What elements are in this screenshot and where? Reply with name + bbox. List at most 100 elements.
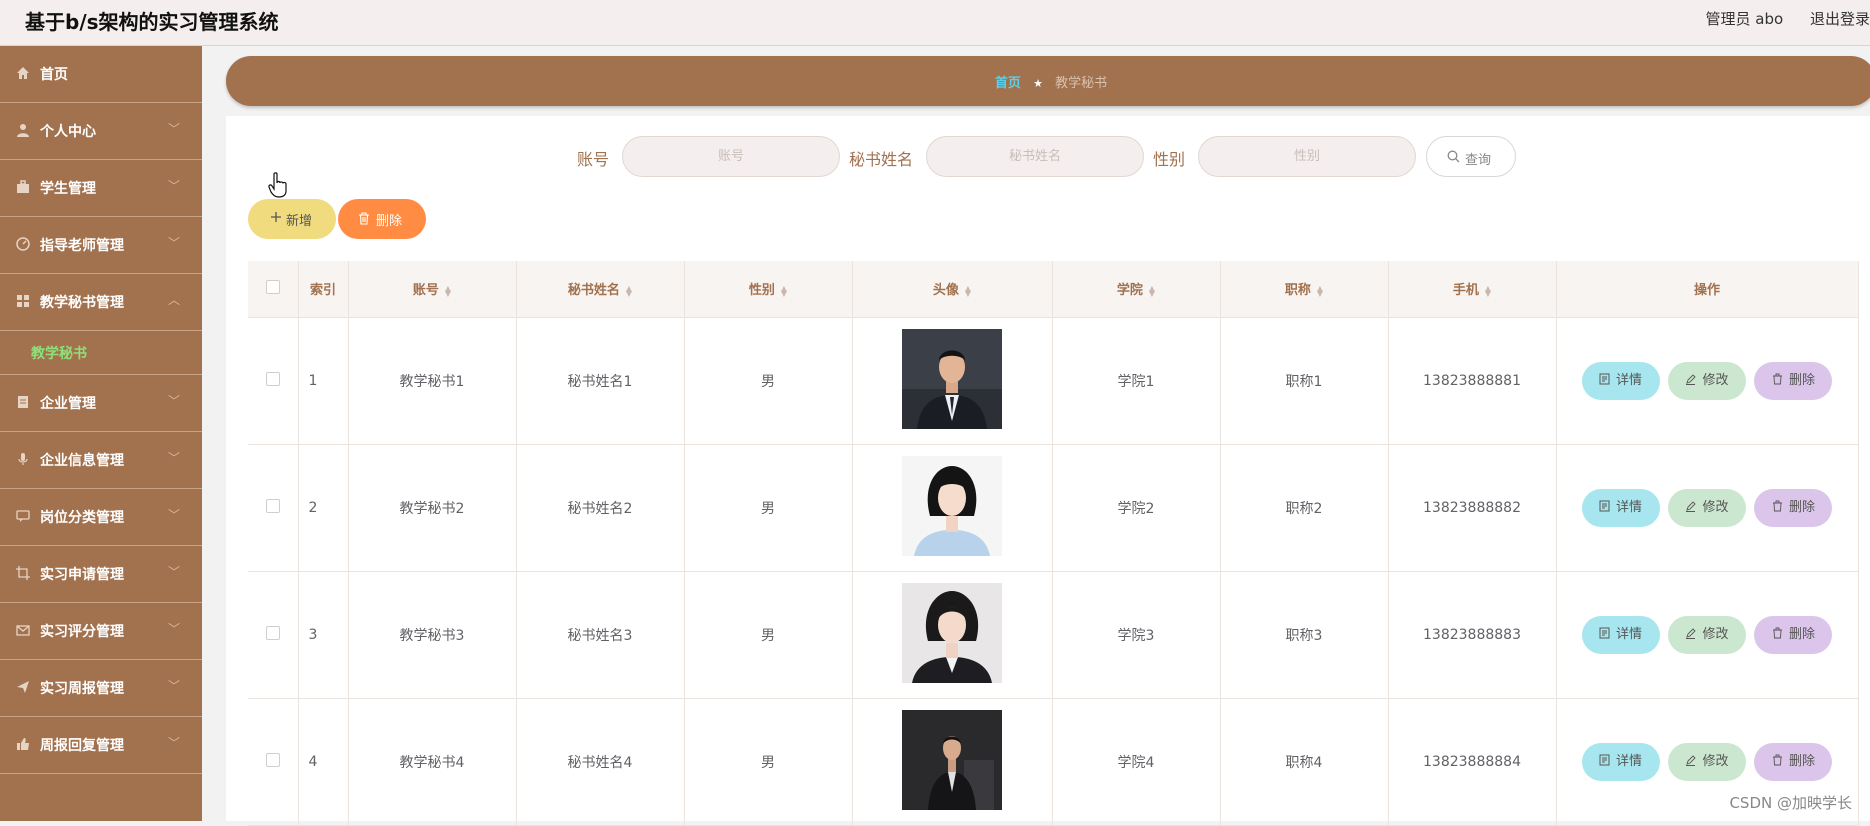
account-input[interactable] xyxy=(622,136,840,177)
sidebar-item-scores[interactable]: 实习评分管理 ﹀ xyxy=(0,603,202,660)
column-header-college[interactable]: 学院 ▲ ▼ xyxy=(1052,261,1221,318)
sort-icon[interactable]: ▲ ▼ xyxy=(1485,284,1491,297)
edit-button[interactable]: 修改 xyxy=(1668,615,1746,654)
row-checkbox[interactable] xyxy=(265,625,280,640)
main-content: 首页 ★ 教学秘书 账号 秘书姓名 性别 查询 新增 删除 xyxy=(202,46,1870,826)
detail-button-label: 详情 xyxy=(1616,626,1643,642)
row-checkbox[interactable] xyxy=(265,371,280,386)
cell-phone: 13823888883 xyxy=(1388,571,1557,699)
row-checkbox[interactable] xyxy=(265,752,280,767)
sidebar-item-company-info[interactable]: 企业信息管理 ﹀ xyxy=(0,432,202,489)
sidebar-item-label: 学生管理 xyxy=(40,181,96,197)
trash-icon xyxy=(1772,500,1782,511)
home-icon xyxy=(17,67,29,79)
sidebar-item-companies[interactable]: 企业管理 ﹀ xyxy=(0,375,202,432)
add-button[interactable]: 新增 xyxy=(248,199,336,239)
search-icon xyxy=(1447,150,1460,163)
add-button-label: 新增 xyxy=(286,214,313,229)
delete-button[interactable]: 删除 xyxy=(1754,361,1833,400)
sidebar-item-secretaries[interactable]: 教学秘书管理 ︿ xyxy=(0,274,202,331)
chevron-up-icon: ︿ xyxy=(167,293,180,307)
chevron-down-icon: ﹀ xyxy=(167,451,180,465)
delete-button[interactable]: 删除 xyxy=(1754,615,1833,654)
detail-button[interactable]: 详情 xyxy=(1581,488,1660,527)
column-header-label: 手机 xyxy=(1452,283,1479,299)
select-all-checkbox[interactable] xyxy=(265,279,280,294)
sort-icon[interactable]: ▲ ▼ xyxy=(1149,284,1155,297)
current-user: 管理员 abo xyxy=(1705,10,1784,28)
sort-icon[interactable]: ▲ ▼ xyxy=(445,284,451,297)
sidebar-item-positions[interactable]: 岗位分类管理 ﹀ xyxy=(0,489,202,546)
sidebar-subitem-secretary[interactable]: 教学秘书 xyxy=(0,331,202,375)
avatar[interactable] xyxy=(902,328,1002,429)
column-header-phone[interactable]: 手机 ▲ ▼ xyxy=(1388,261,1557,318)
cell-index: 2 xyxy=(298,444,349,572)
detail-button[interactable]: 详情 xyxy=(1581,742,1660,781)
sort-icon[interactable]: ▲ ▼ xyxy=(626,284,632,297)
briefcase-icon xyxy=(17,180,29,193)
column-header-ops: 操作 xyxy=(1556,261,1859,318)
trash-icon xyxy=(1772,627,1782,638)
cell-college: 学院3 xyxy=(1052,571,1221,699)
sidebar-item-teachers[interactable]: 指导老师管理 ﹀ xyxy=(0,217,202,274)
column-header-title[interactable]: 职称 ▲ ▼ xyxy=(1220,261,1389,318)
sidebar-item-replies[interactable]: 周报回复管理 ﹀ xyxy=(0,717,202,774)
row-checkbox[interactable] xyxy=(265,498,280,513)
query-button-label: 查询 xyxy=(1465,153,1492,168)
sidebar-item-label: 首页 xyxy=(40,67,68,83)
cell-gender: 男 xyxy=(684,444,853,572)
cell-college: 学院4 xyxy=(1052,698,1221,826)
detail-button[interactable]: 详情 xyxy=(1581,361,1660,400)
avatar[interactable] xyxy=(902,582,1002,683)
delete-button[interactable]: 删除 xyxy=(1754,488,1833,527)
column-header-label: 秘书姓名 xyxy=(567,283,620,299)
sidebar-item-label: 个人中心 xyxy=(40,124,96,140)
detail-button[interactable]: 详情 xyxy=(1581,615,1660,654)
sidebar: 首页 个人中心 ﹀ 学生管理 ﹀ 指导老师管理 ﹀ 教学秘书管理 ︿ 教学秘书 … xyxy=(0,46,202,821)
column-header-label: 索引 xyxy=(309,283,336,299)
query-button[interactable]: 查询 xyxy=(1426,136,1516,177)
chevron-down-icon: ﹀ xyxy=(167,122,180,136)
detail-button-label: 详情 xyxy=(1616,499,1643,515)
sort-icon[interactable]: ▲ ▼ xyxy=(1317,284,1323,297)
batch-delete-button[interactable]: 删除 xyxy=(338,199,426,239)
delete-button[interactable]: 删除 xyxy=(1754,742,1833,781)
sort-icon[interactable]: ▲ ▼ xyxy=(781,284,787,297)
sidebar-item-home[interactable]: 首页 xyxy=(0,46,202,103)
gender-input[interactable] xyxy=(1198,136,1416,177)
sidebar-item-students[interactable]: 学生管理 ﹀ xyxy=(0,160,202,217)
cell-college: 学院1 xyxy=(1052,317,1221,445)
column-header-name[interactable]: 秘书姓名 ▲ ▼ xyxy=(516,261,685,318)
cell-phone: 13823888884 xyxy=(1388,698,1557,826)
logout-link[interactable]: 退出登录 xyxy=(1810,10,1870,28)
top-bar: 基于b/s架构的实习管理系统 管理员 abo 退出登录 xyxy=(0,0,1870,46)
avatar[interactable] xyxy=(902,709,1002,810)
breadcrumb-home[interactable]: 首页 xyxy=(995,76,1021,91)
sidebar-item-label: 教学秘书管理 xyxy=(40,295,124,311)
column-header-label: 性别 xyxy=(748,283,775,299)
top-right-area: 管理员 abo 退出登录 xyxy=(1684,8,1870,29)
edit-button[interactable]: 修改 xyxy=(1668,361,1746,400)
avatar[interactable] xyxy=(902,455,1002,556)
column-header-account[interactable]: 账号 ▲ ▼ xyxy=(348,261,517,318)
breadcrumb-current: 教学秘书 xyxy=(1055,76,1108,91)
edit-button[interactable]: 修改 xyxy=(1668,742,1746,781)
column-header-gender[interactable]: 性别 ▲ ▼ xyxy=(684,261,853,318)
cell-gender: 男 xyxy=(684,317,853,445)
search-form: 账号 秘书姓名 性别 查询 xyxy=(226,136,1870,178)
chevron-down-icon: ﹀ xyxy=(167,565,180,579)
sidebar-item-weekly[interactable]: 实习周报管理 ﹀ xyxy=(0,660,202,717)
cell-phone: 13823888881 xyxy=(1388,317,1557,445)
pencil-icon xyxy=(1686,627,1697,639)
cell-name: 秘书姓名3 xyxy=(516,571,685,699)
dashboard-icon xyxy=(16,237,30,251)
sidebar-item-label: 实习评分管理 xyxy=(40,624,124,640)
column-header-avatar[interactable]: 头像 ▲ ▼ xyxy=(852,261,1053,318)
sort-icon[interactable]: ▲ ▼ xyxy=(965,284,971,297)
name-input[interactable] xyxy=(926,136,1144,177)
sidebar-item-applications[interactable]: 实习申请管理 ﹀ xyxy=(0,546,202,603)
sidebar-item-profile[interactable]: 个人中心 ﹀ xyxy=(0,103,202,160)
chevron-down-icon: ﹀ xyxy=(167,679,180,693)
column-header-label: 学院 xyxy=(1116,283,1143,299)
edit-button[interactable]: 修改 xyxy=(1668,488,1746,527)
